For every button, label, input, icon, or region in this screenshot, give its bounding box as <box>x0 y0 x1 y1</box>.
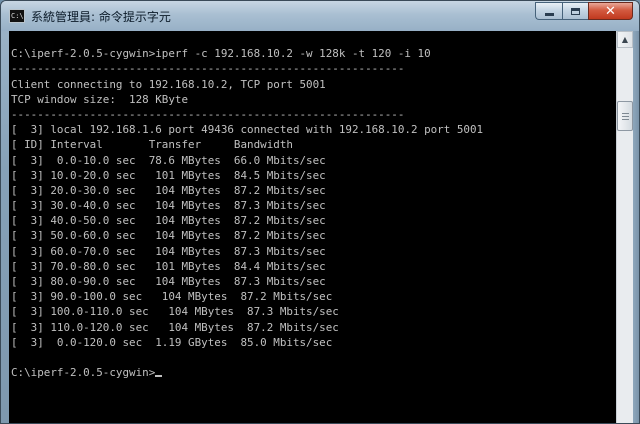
scroll-up-button[interactable]: ▲ <box>617 31 633 48</box>
scroll-up-arrow-icon: ▲ <box>621 35 629 44</box>
text-cursor <box>155 375 163 378</box>
console-prompt-line: C:\iperf-2.0.5-cygwin> <box>11 365 483 380</box>
grip-line <box>622 113 629 114</box>
maximize-button[interactable] <box>562 2 588 20</box>
console-line: ----------------------------------------… <box>11 62 405 76</box>
maximize-icon <box>571 7 580 15</box>
scroll-thumb[interactable] <box>617 101 633 131</box>
console-output[interactable]: C:\iperf-2.0.5-cygwin>iperf -c 192.168.1… <box>9 31 616 423</box>
console-line: [ 3] 70.0-80.0 sec 101 MBytes 84.4 Mbits… <box>11 259 326 273</box>
window-frame-right <box>633 31 639 423</box>
console-line: [ 3] 40.0-50.0 sec 104 MBytes 87.2 Mbits… <box>11 214 326 228</box>
window-title: 系統管理員: 命令提示字元 <box>31 10 171 24</box>
console-text: C:\iperf-2.0.5-cygwin>iperf -c 192.168.1… <box>11 31 483 380</box>
console-line: C:\iperf-2.0.5-cygwin>iperf -c 192.168.1… <box>11 47 431 61</box>
title-bar[interactable]: C:\ 系統管理員: 命令提示字元 ✕ <box>1 1 639 31</box>
console-line: [ 3] 110.0-120.0 sec 104 MBytes 87.2 Mbi… <box>11 320 339 334</box>
console-line: TCP window size: 128 KByte <box>11 92 189 106</box>
console-line: [ 3] 50.0-60.0 sec 104 MBytes 87.2 Mbits… <box>11 229 326 243</box>
console-line: [ 3] 80.0-90.0 sec 104 MBytes 87.3 Mbits… <box>11 275 326 288</box>
console-line: [ 3] 60.0-70.0 sec 104 MBytes 87.3 Mbits… <box>11 244 326 258</box>
console-app-icon[interactable]: C:\ <box>9 9 25 23</box>
console-line: Client connecting to 192.168.10.2, TCP p… <box>11 77 326 91</box>
minimize-icon <box>544 12 554 16</box>
console-line: [ 3] 0.0-10.0 sec 78.6 MBytes 66.0 Mbits… <box>11 153 326 167</box>
console-line: [ 3] 30.0-40.0 sec 104 MBytes 87.3 Mbits… <box>11 199 326 213</box>
console-line: [ ID] Interval Transfer Bandwidth <box>11 138 293 152</box>
grip-line <box>622 116 629 117</box>
vertical-scrollbar[interactable]: ▲ <box>616 31 633 423</box>
console-window: C:\ 系統管理員: 命令提示字元 ✕ C:\iperf-2.0.5-cygwi… <box>0 0 640 424</box>
console-line: [ 3] 0.0-120.0 sec 1.19 GBytes 85.0 Mbit… <box>11 335 333 349</box>
caption-buttons: ✕ <box>535 2 633 21</box>
console-line: [ 3] 100.0-110.0 sec 104 MBytes 87.3 Mbi… <box>11 305 339 319</box>
grip-line <box>622 119 629 120</box>
console-line: [ 3] local 192.168.1.6 port 49436 connec… <box>11 123 484 137</box>
console-line: [ 3] 10.0-20.0 sec 101 MBytes 84.5 Mbits… <box>11 168 326 182</box>
close-icon: ✕ <box>605 3 616 19</box>
minimize-button[interactable] <box>535 2 562 20</box>
console-line: ----------------------------------------… <box>11 107 405 121</box>
console-line: [ 3] 20.0-30.0 sec 104 MBytes 87.2 Mbits… <box>11 183 326 197</box>
close-button[interactable]: ✕ <box>588 2 633 20</box>
console-line: [ 3] 90.0-100.0 sec 104 MBytes 87.2 Mbit… <box>11 290 333 304</box>
